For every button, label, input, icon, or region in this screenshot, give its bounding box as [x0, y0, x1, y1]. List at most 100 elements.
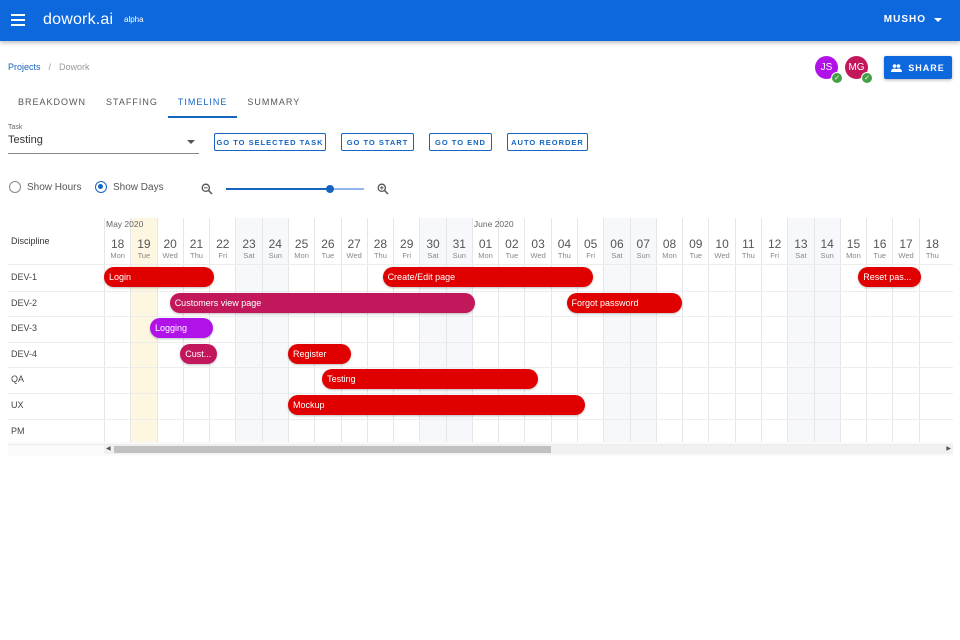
task-bar[interactable]: Forgot password — [566, 292, 683, 313]
horizontal-scrollbar[interactable]: ◀ ▶ — [104, 445, 953, 454]
zoom-out-icon[interactable] — [201, 183, 213, 195]
task-bar[interactable]: Mockup — [287, 395, 585, 415]
dropdown-arrow-icon — [187, 140, 195, 144]
show-hours-label: Show Hours — [27, 181, 82, 193]
row-divider — [8, 367, 953, 369]
day-number: 13 — [794, 237, 808, 251]
show-hours-option[interactable]: Show Hours — [9, 181, 81, 193]
discipline-header: Discipline — [11, 236, 50, 246]
day-name: Tue — [873, 251, 887, 260]
day-name: Mon — [478, 251, 493, 260]
row-divider — [8, 393, 953, 394]
day-number: 04 — [557, 237, 572, 251]
day-number: 11 — [742, 237, 755, 251]
task-bar[interactable]: Login — [104, 267, 215, 287]
timeline-gantt: Discipline 18 Mon 19 Tue 20 Wed 21 Thu 22 Fri 23 Sa… — [8, 218, 953, 456]
go-to-selected-task-button[interactable]: GO TO SELECTED TASK — [214, 133, 326, 151]
day-name: Mon — [110, 251, 125, 260]
chevron-down-icon — [934, 17, 942, 22]
day-number: 10 — [715, 237, 729, 251]
day-name: Wed — [714, 251, 730, 260]
zoom-slider-thumb[interactable] — [325, 185, 334, 193]
day-number: 01 — [478, 237, 493, 251]
day-name: Wed — [898, 251, 914, 260]
day-name: Sun — [268, 251, 282, 260]
logo[interactable]: dowork.ai — [43, 11, 113, 29]
task-bar[interactable]: Reset pas... — [858, 267, 922, 287]
task-bar[interactable]: Register — [287, 343, 352, 364]
day-column: 24 Sun — [261, 218, 288, 442]
day-column: 15 Mon — [839, 218, 866, 442]
scroll-right-icon[interactable]: ▶ — [946, 445, 951, 454]
hamburger-menu-icon[interactable] — [11, 14, 25, 26]
app-bar: dowork.ai alpha MUSHO — [0, 0, 960, 41]
day-number: 21 — [189, 237, 204, 251]
day-name: Tue — [689, 251, 703, 260]
day-name: Fri — [770, 251, 779, 260]
avatar-mg[interactable]: MG ✓ — [845, 56, 873, 84]
discipline-label: QA — [11, 374, 25, 385]
day-column: 09 Tue — [682, 218, 708, 442]
day-number: 31 — [452, 237, 466, 251]
day-column: 08 Mon — [655, 218, 682, 442]
discipline-label: DEV-3 — [11, 323, 38, 334]
tab-staffing[interactable]: STAFFING — [96, 90, 168, 118]
header-divider — [8, 264, 953, 265]
day-name: Wed — [530, 251, 546, 260]
day-name: Sat — [427, 251, 439, 260]
day-number: 27 — [347, 237, 361, 251]
task-bar[interactable]: Customers view page — [169, 292, 475, 313]
day-column: 16 Tue — [866, 218, 892, 442]
zoom-in-icon[interactable] — [377, 183, 389, 195]
avatar-js[interactable]: JS ✓ — [815, 56, 843, 84]
go-to-end-button[interactable]: GO TO END — [429, 133, 492, 151]
day-column: 17 Wed — [892, 218, 918, 442]
day-number: 08 — [662, 237, 677, 251]
task-select[interactable]: Task Testing — [8, 124, 199, 154]
radio-hours[interactable] — [9, 181, 21, 193]
day-column: 06 Sat — [603, 218, 630, 442]
day-name: Sat — [611, 251, 623, 260]
scrollbar-thumb[interactable] — [114, 446, 551, 453]
radio-days[interactable] — [95, 181, 107, 193]
day-name: Thu — [925, 251, 939, 260]
show-days-option[interactable]: Show Days — [95, 181, 164, 193]
share-button[interactable]: SHARE — [884, 56, 952, 79]
day-name: Thu — [373, 251, 387, 260]
day-number: 18 — [110, 237, 125, 251]
breadcrumb-projects[interactable]: Projects — [8, 62, 41, 72]
tab-timeline[interactable]: TIMELINE — [167, 90, 238, 118]
people-icon — [891, 63, 903, 72]
day-name: Fri — [218, 251, 228, 260]
day-number: 29 — [400, 237, 414, 251]
day-number: 15 — [846, 237, 861, 251]
day-number: 17 — [899, 237, 913, 251]
row-divider — [8, 341, 953, 343]
tab-breakdown[interactable]: BREAKDOWN — [8, 90, 96, 118]
day-column: 11 Thu — [734, 218, 761, 442]
task-bar[interactable]: Create/Edit page — [382, 267, 593, 287]
day-number: 30 — [426, 237, 440, 251]
task-bar[interactable]: Logging — [149, 318, 214, 339]
day-number: 14 — [820, 237, 834, 251]
go-to-start-button[interactable]: GO TO START — [341, 133, 414, 151]
row-divider — [8, 418, 953, 420]
user-menu[interactable]: MUSHO — [884, 14, 942, 25]
check-icon: ✓ — [831, 72, 843, 84]
row-divider — [8, 316, 953, 318]
day-column: 13 Sat — [787, 218, 814, 442]
task-bar[interactable]: Testing — [322, 369, 538, 390]
day-name: Thu — [189, 251, 203, 260]
zoom-slider[interactable] — [226, 185, 364, 193]
discipline-label: PM — [11, 425, 25, 436]
scroll-left-icon[interactable]: ◀ — [106, 445, 111, 454]
month-label: May 2020 — [106, 219, 144, 229]
tab-summary[interactable]: SUMMARY — [237, 90, 310, 118]
day-name: Tue — [137, 251, 151, 260]
day-name: Sun — [636, 251, 650, 260]
breadcrumb-separator: / — [48, 62, 52, 72]
auto-reorder-button[interactable]: AUTO REORDER — [507, 133, 588, 151]
task-bar[interactable]: Cust... — [180, 343, 217, 364]
day-column: 14 Sun — [813, 218, 840, 442]
day-number: 06 — [610, 237, 624, 251]
